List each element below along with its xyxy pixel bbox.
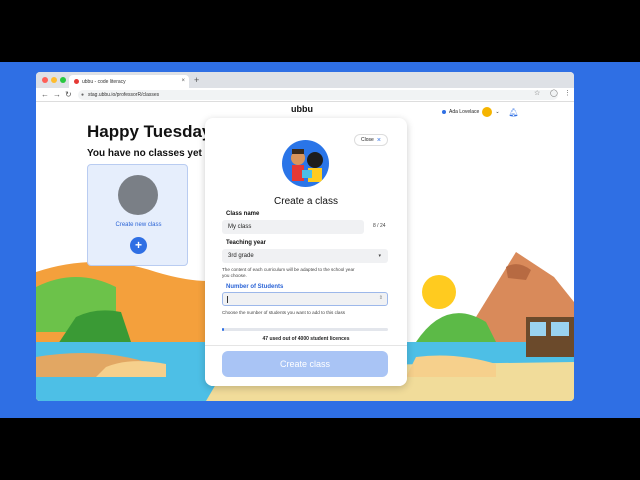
modal-footer: Create class xyxy=(205,345,407,386)
class-name-label: Class name xyxy=(226,211,260,217)
star-icon[interactable]: ☆ xyxy=(534,89,540,97)
forward-icon[interactable]: → xyxy=(53,90,61,99)
close-window-button[interactable] xyxy=(42,77,48,83)
tab-close-icon[interactable]: × xyxy=(181,78,185,84)
browser-window: ubbu - code literacy × + ← → ↻ ● stag.ub… xyxy=(36,72,574,401)
lock-icon: ● xyxy=(81,92,85,98)
greeting-heading: Happy Tuesday xyxy=(87,122,212,141)
app-page: Happy Tuesday You have no classes yet Cr… xyxy=(36,102,574,401)
bell-icon[interactable]: 🔔︎ xyxy=(509,108,519,117)
create-new-class-card[interactable]: Create new class + xyxy=(87,164,188,266)
create-class-button[interactable]: Create class xyxy=(222,351,388,377)
user-name: Ada Lovelace xyxy=(449,109,480,115)
browser-tab[interactable]: ubbu - code literacy × xyxy=(69,75,189,88)
class-avatar-illustration xyxy=(282,140,329,187)
tab-bar: ubbu - code literacy × + xyxy=(36,72,574,88)
class-avatar-icon xyxy=(118,175,158,215)
add-class-button[interactable]: + xyxy=(130,237,147,254)
close-label: Close xyxy=(361,137,374,143)
modal-title: Create a class xyxy=(274,196,338,207)
user-menu[interactable]: Ada Lovelace ⌄ 🔔︎ xyxy=(442,107,519,117)
teaching-year-value: 3rd grade xyxy=(228,253,254,259)
licence-usage-text: 47 used out of 4000 student licences xyxy=(262,336,350,342)
window-controls xyxy=(42,77,66,83)
tab-title: ubbu - code literacy xyxy=(82,78,126,85)
teaching-year-hint: The content of each curriculum will be a… xyxy=(222,267,355,278)
chevron-down-icon[interactable]: ⌄ xyxy=(495,109,499,115)
close-icon: × xyxy=(376,136,381,144)
class-name-input[interactable]: My class xyxy=(222,220,364,234)
reload-icon[interactable]: ↻ xyxy=(65,90,72,99)
students-label: Number of Students xyxy=(226,284,284,290)
teaching-year-select[interactable]: 3rd grade ▾ xyxy=(222,249,388,263)
licence-progress-fill xyxy=(222,328,224,331)
students-hint: Choose the number of students you want t… xyxy=(222,310,346,315)
create-class-modal: Close × Create a class Class name My cla… xyxy=(205,118,407,386)
text-cursor xyxy=(227,296,228,303)
ubbu-logo: ubbu xyxy=(291,104,313,114)
class-name-counter: 8 / 24 xyxy=(373,223,386,229)
dropdown-caret-icon: ▾ xyxy=(378,253,381,259)
teaching-year-label: Teaching year xyxy=(226,240,266,246)
minimize-window-button[interactable] xyxy=(51,77,57,83)
online-indicator-icon xyxy=(442,110,446,114)
menu-icon[interactable]: ⋮ xyxy=(564,89,571,97)
browser-toolbar: ← → ↻ ● stag.ubbu.io/professorR/classes … xyxy=(36,88,574,102)
user-avatar xyxy=(482,107,493,117)
close-button[interactable]: Close × xyxy=(354,134,388,146)
create-new-class-label: Create new class xyxy=(115,222,162,228)
back-icon[interactable]: ← xyxy=(41,90,49,99)
licence-progress-bar xyxy=(222,328,388,331)
stepper-icon[interactable]: ⇕ xyxy=(379,295,383,301)
address-bar[interactable]: ● stag.ubbu.io/professorR/classes xyxy=(78,90,558,100)
students-number-input[interactable]: ⇕ xyxy=(222,292,388,306)
favicon-icon xyxy=(74,79,79,84)
new-tab-button[interactable]: + xyxy=(194,75,199,85)
maximize-window-button[interactable] xyxy=(60,77,66,83)
url-text: stag.ubbu.io/professorR/classes xyxy=(88,92,160,98)
no-classes-text: You have no classes yet xyxy=(87,148,202,159)
profile-icon[interactable]: ◯ xyxy=(550,89,558,97)
